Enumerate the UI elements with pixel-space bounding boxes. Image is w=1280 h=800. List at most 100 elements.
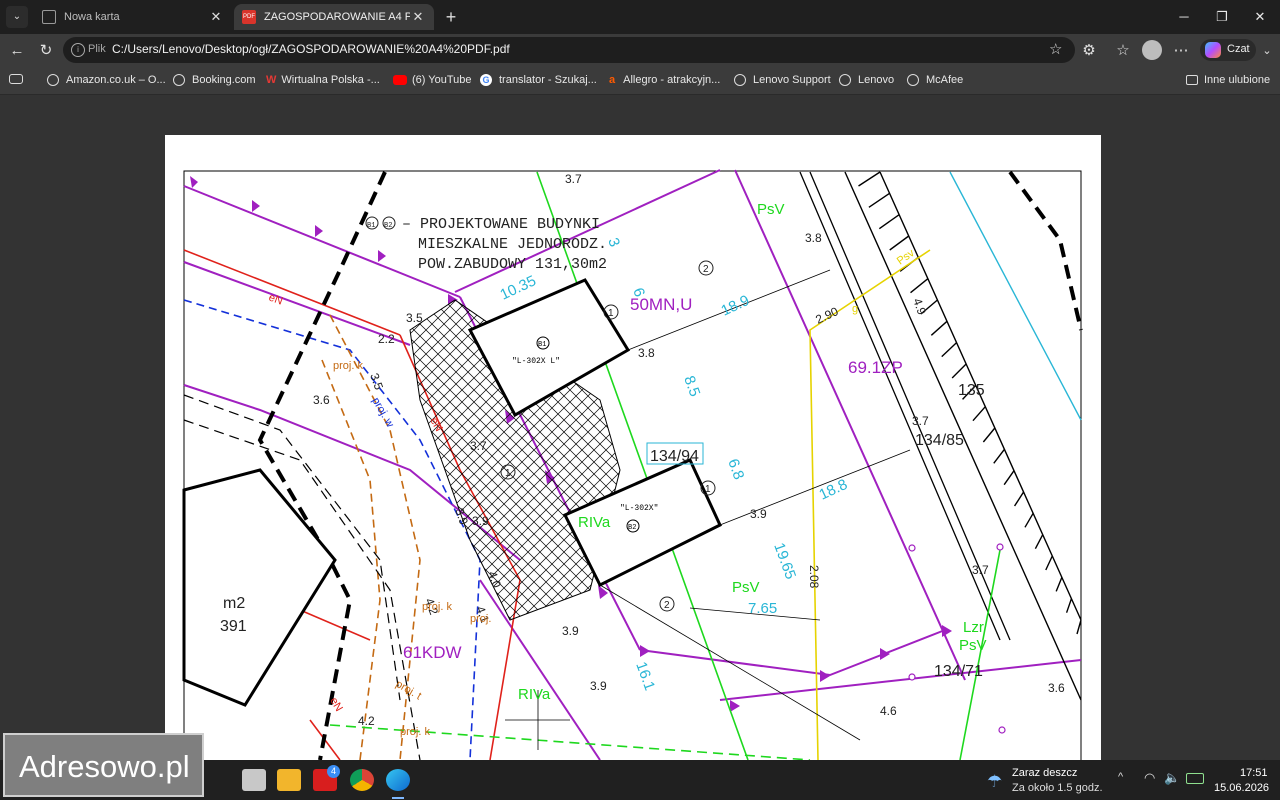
slope-tick <box>972 406 986 422</box>
dimension: 3.6 <box>313 393 330 407</box>
dimension: 3.9 <box>750 507 767 521</box>
legend-marker-label: B1 <box>367 222 375 230</box>
legend-line: POW.ZABUDOWY 131,30m2 <box>418 256 607 273</box>
bookmark-item[interactable]: Gtranslator - Szukaj... <box>480 72 597 88</box>
parcel-number: 135 <box>958 382 985 399</box>
mail-badge: 4 <box>327 765 340 778</box>
globe-icon <box>47 74 59 86</box>
address-bar[interactable]: i Plik C:/Users/Lenovo/Desktop/ogł/ZAGOS… <box>63 37 1075 63</box>
bookmark-item[interactable]: Lenovo <box>839 72 894 88</box>
existing-building <box>182 468 337 707</box>
slope-tick <box>941 342 958 358</box>
back-button[interactable]: ← <box>6 40 28 62</box>
bookmark-item[interactable]: a Allegro - atrakcyjn... <box>609 72 720 88</box>
watermark-logo: Adresowo.pl <box>3 733 204 797</box>
toolbar: ← ↻ i Plik C:/Users/Lenovo/Desktop/ogł/Z… <box>0 34 1280 66</box>
bookmark-label: (6) YouTube <box>412 74 472 86</box>
tab-title: Nowa karta <box>64 11 120 23</box>
chevron-down-icon[interactable]: ⌄ <box>1256 40 1278 62</box>
bookmark-item[interactable]: Booking.com <box>173 72 256 88</box>
tab-new-tab[interactable]: Nowa karta ✕ <box>34 4 232 30</box>
volume-icon[interactable]: 🔈 <box>1164 770 1180 786</box>
weather-subtitle: Za około 1.5 godz. <box>1012 782 1103 794</box>
bookmark-item[interactable]: (6) YouTube <box>393 72 472 88</box>
chevron-up-icon[interactable]: ^ <box>1118 771 1123 783</box>
more-menu-icon[interactable]: ⋯ <box>1170 40 1192 62</box>
dimension: 3.8 <box>805 231 822 245</box>
slope-tick <box>1055 577 1063 592</box>
bookmark-item[interactable]: Amazon.co.uk – O... <box>47 72 166 88</box>
dimension: 16.1 <box>632 660 658 693</box>
bookmark-item[interactable]: W Wirtualna Polska -... <box>266 72 380 88</box>
legend: B1 B2 – PROJEKTOWANE BUDYNKI MIESZKALNE … <box>365 216 607 273</box>
pdf-page[interactable]: B1 B2 – PROJEKTOWANE BUDYNKI MIESZKALNE … <box>165 135 1101 760</box>
zone-label: 69.1ZP <box>848 358 903 377</box>
tab-strip: ⌄ Nowa karta ✕ PDF ZAGOSPODAROWANIE A4 P… <box>0 0 1280 34</box>
zone-label: RIVa <box>578 514 611 531</box>
dimension: 2.2 <box>378 332 395 346</box>
bookmark-item[interactable]: Lenovo Support <box>734 72 831 88</box>
dimension: 3 <box>604 236 623 250</box>
copilot-button[interactable]: Czat <box>1200 39 1256 61</box>
dimension: 19.65 <box>770 541 799 582</box>
task-view-icon[interactable] <box>242 769 266 791</box>
refresh-button[interactable]: ↻ <box>35 40 57 62</box>
dimension: 3.7 <box>972 563 989 577</box>
dimension: 3.9 <box>590 679 607 693</box>
wp-icon: W <box>266 74 277 86</box>
slope-tick <box>858 171 881 187</box>
mail-app-icon[interactable]: 4 <box>313 765 340 791</box>
clock-time[interactable]: 17:51 <box>1240 767 1268 779</box>
dimension: 3.7 <box>565 172 582 186</box>
slope-tick <box>993 448 1005 464</box>
other-favorites-label: Inne ulubione <box>1204 74 1271 86</box>
dimension: 18.9 <box>719 292 753 320</box>
bookmark-label: McAfee <box>926 74 964 86</box>
dimension: 2.90 <box>813 304 840 327</box>
favorite-star-icon[interactable]: ☆ <box>1049 40 1062 58</box>
dimension: 3.6 <box>1048 681 1065 695</box>
parcel-number: 391 <box>220 618 247 635</box>
file-explorer-icon[interactable] <box>277 769 301 791</box>
info-icon[interactable]: i <box>71 43 85 57</box>
dimension: 3.8 <box>638 346 655 360</box>
extensions-icon[interactable]: ⚙ <box>1078 40 1100 62</box>
slope-tick <box>1003 470 1015 486</box>
bookmark-item[interactable]: McAfee <box>907 72 963 88</box>
favorites-icon[interactable]: ☆ <box>1112 40 1134 62</box>
edge-icon[interactable] <box>386 769 410 791</box>
dimension: 3.9 <box>562 624 579 638</box>
watermark-text: Adresowo.pl <box>19 749 190 784</box>
close-tab-icon[interactable]: ✕ <box>410 9 426 25</box>
battery-icon[interactable] <box>1186 773 1204 784</box>
dimension: 7.65 <box>748 600 777 617</box>
utility-label: proj. <box>470 613 491 625</box>
tab-pdf[interactable]: PDF ZAGOSPODAROWANIE A4 PDF.pdf ✕ <box>234 4 434 30</box>
url-text[interactable]: C:/Users/Lenovo/Desktop/ogł/ZAGOSPODAROW… <box>112 42 510 56</box>
slope-tick <box>1013 491 1025 507</box>
new-tab-button[interactable]: + <box>440 6 462 28</box>
profile-avatar[interactable] <box>1142 40 1162 60</box>
zone-label: PsV <box>757 201 785 218</box>
wifi-icon[interactable]: ◠ <box>1144 770 1155 786</box>
other-favorites[interactable]: Inne ulubione <box>1186 72 1270 88</box>
close-tab-icon[interactable]: ✕ <box>208 9 224 25</box>
maximize-button[interactable]: ❐ <box>1210 6 1234 28</box>
close-window-button[interactable]: ✕ <box>1248 6 1272 28</box>
circle-number: 2 <box>703 264 709 275</box>
utility-label: proj. k <box>422 601 452 613</box>
parcel-number: 134/94 <box>650 448 699 465</box>
circle-number: 2 <box>664 600 670 611</box>
folder-icon <box>1186 75 1198 85</box>
youtube-icon <box>393 75 407 85</box>
utility-label: eN <box>267 292 284 308</box>
tab-list-button[interactable]: ⌄ <box>6 6 28 28</box>
new-tab-icon <box>42 10 56 24</box>
dimension: 2.08 <box>807 565 821 589</box>
weather-title[interactable]: Zaraz deszcz <box>1012 767 1077 779</box>
clock-date[interactable]: 15.06.2026 <box>1214 782 1269 794</box>
collections-icon[interactable] <box>9 74 23 84</box>
minimize-button[interactable]: ─ <box>1172 6 1196 28</box>
dimension: 3.5 <box>406 311 423 325</box>
chrome-icon[interactable] <box>350 769 374 791</box>
